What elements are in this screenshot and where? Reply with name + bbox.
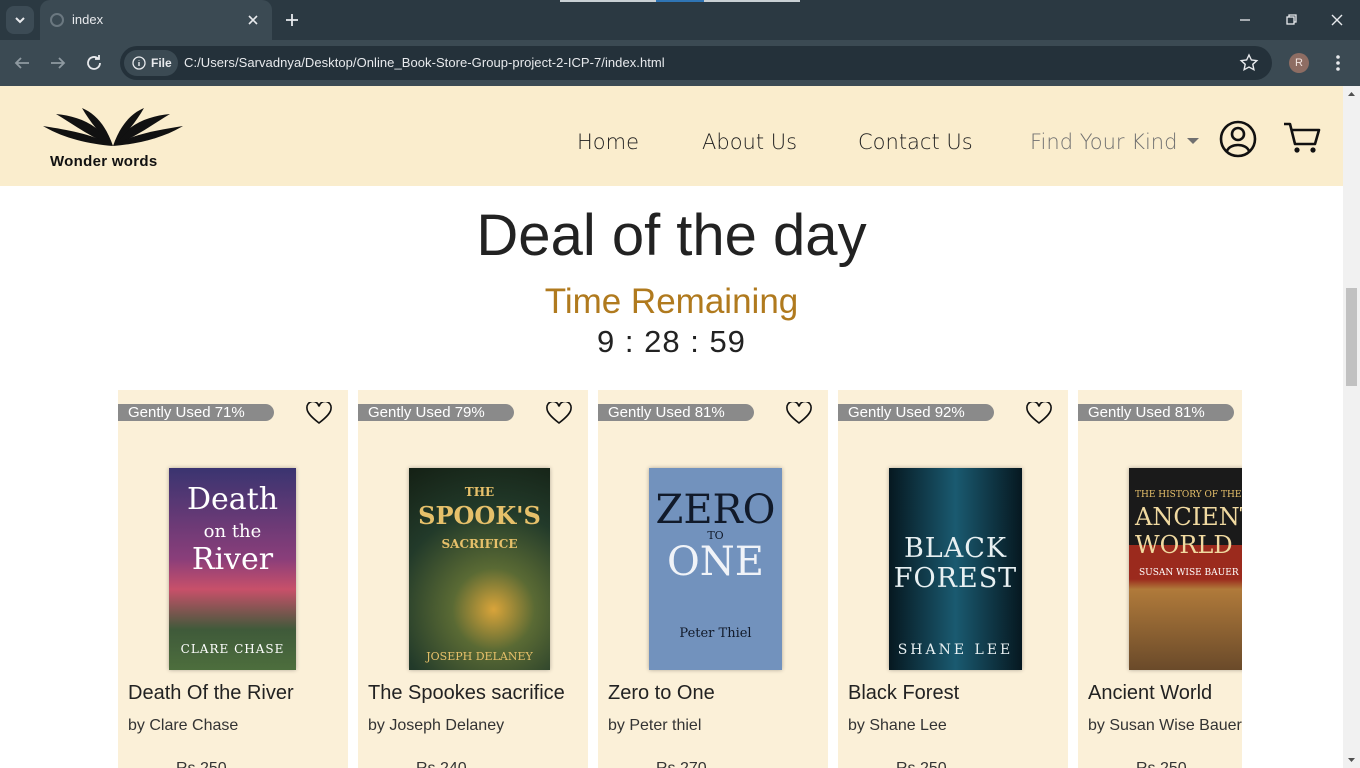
nav-about-us[interactable]: About Us <box>702 130 797 154</box>
globe-icon <box>50 13 64 27</box>
new-tab-button[interactable] <box>282 10 302 30</box>
reload-button[interactable] <box>82 51 106 75</box>
nav-find-your-kind-label: Find Your Kind <box>1030 130 1178 154</box>
tab-search-button[interactable] <box>6 6 34 34</box>
forward-button[interactable] <box>46 51 70 75</box>
cover-author: Peter Thiel <box>679 626 752 641</box>
book-title[interactable]: The Spookes sacrifice <box>368 682 565 705</box>
cover-author: SHANE LEE <box>897 642 1014 658</box>
book-title[interactable]: Black Forest <box>848 682 959 705</box>
cover-title: THE HISTORY OF THEANCIENTWORLD <box>1135 490 1242 559</box>
condition-badge: Gently Used 92% <box>838 404 994 421</box>
close-icon[interactable] <box>244 11 262 29</box>
heart-icon[interactable] <box>306 402 332 426</box>
minimize-button[interactable] <box>1233 8 1257 32</box>
page-scrollbar[interactable] <box>1343 86 1360 768</box>
cover-title: BLACK FOREST <box>893 533 1018 594</box>
book-author: by Clare Chase <box>128 717 239 734</box>
scroll-down-arrow-icon[interactable] <box>1347 755 1356 764</box>
book-title[interactable]: Zero to One <box>608 682 715 705</box>
condition-badge: Gently Used 71% <box>118 404 274 421</box>
cover-author: SUSAN WISE BAUER <box>1139 568 1239 578</box>
book-title[interactable]: Death Of the River <box>128 682 294 705</box>
deal-book-carousel: Gently Used 71% Death on the River CLARE C… <box>118 390 1242 768</box>
logo-text: Wonder words <box>50 153 158 170</box>
book-author: by Susan Wise Bauer <box>1088 717 1242 734</box>
tab-strip-indicator <box>560 0 800 2</box>
tab-title: index <box>72 12 104 27</box>
book-card[interactable]: Gently Used 79% THE SPOOK'S SACRIFICE JOSE… <box>358 390 588 768</box>
book-price: Rs.270 <box>656 760 707 768</box>
profile-avatar[interactable]: R <box>1289 53 1309 73</box>
condition-badge: Gently Used 81% <box>598 404 754 421</box>
cover-author: JOSEPH DELANEY <box>426 650 533 663</box>
url-text: C:/Users/Sarvadnya/Desktop/Online_Book-S… <box>184 55 665 70</box>
browser-tabbar: index <box>0 0 1360 40</box>
scrollbar-thumb[interactable] <box>1346 288 1357 386</box>
condition-badge: Gently Used 81% <box>1078 404 1234 421</box>
back-button[interactable] <box>10 51 34 75</box>
browser-toolbar: File C:/Users/Sarvadnya/Desktop/Online_B… <box>0 40 1360 86</box>
more-menu-icon[interactable] <box>1328 52 1348 74</box>
browser-tab[interactable]: index <box>40 0 272 40</box>
book-author: by Joseph Delaney <box>368 717 505 734</box>
book-card[interactable]: Gently Used 71% Death on the River CLARE C… <box>118 390 348 768</box>
book-card[interactable]: Gently Used 92% BLACK FOREST SHANE LEE Bl… <box>838 390 1068 768</box>
close-window-button[interactable] <box>1325 8 1349 32</box>
restore-button[interactable] <box>1279 8 1303 32</box>
book-price: Rs.240 <box>416 760 467 768</box>
book-cover-image[interactable]: ZERO TO ONE Peter Thiel <box>649 468 782 670</box>
user-account-icon[interactable] <box>1218 119 1258 159</box>
book-price: Rs.250 <box>896 760 947 768</box>
time-remaining-label: Time Remaining <box>544 282 799 321</box>
book-cover-image[interactable]: BLACK FOREST SHANE LEE <box>889 468 1022 670</box>
address-bar[interactable]: File C:/Users/Sarvadnya/Desktop/Online_B… <box>120 46 1272 80</box>
cover-title: ZERO TO ONE <box>655 487 776 585</box>
chevron-down-icon <box>15 17 25 24</box>
book-cover-image[interactable]: Death on the River CLARE CHASE <box>169 468 296 670</box>
web-page: Wonder words Home About Us Contact Us Fi… <box>0 86 1343 768</box>
nav-contact-us[interactable]: Contact Us <box>858 130 973 154</box>
cover-author: CLARE CHASE <box>180 642 285 656</box>
shopping-cart-icon[interactable] <box>1282 120 1322 156</box>
heart-icon[interactable] <box>786 402 812 426</box>
cover-title: THE SPOOK'S SACRIFICE <box>418 485 541 551</box>
condition-badge: Gently Used 79% <box>358 404 514 421</box>
countdown-timer: 9 : 28 : 59 <box>597 324 746 359</box>
nav-home[interactable]: Home <box>577 130 639 154</box>
book-author: by Shane Lee <box>848 717 947 734</box>
nav-find-your-kind-dropdown[interactable]: Find Your Kind <box>1030 130 1200 154</box>
book-title[interactable]: Ancient World <box>1088 682 1212 705</box>
book-cover-image[interactable]: THE SPOOK'S SACRIFICE JOSEPH DELANEY <box>409 468 550 670</box>
heart-icon[interactable] <box>546 402 572 426</box>
site-info-chip[interactable]: File <box>124 50 178 76</box>
book-author: by Peter thiel <box>608 717 702 734</box>
book-card[interactable]: Gently Used 81% THE HISTORY OF THE ANCIEN… <box>1078 390 1242 768</box>
heart-icon[interactable] <box>1026 402 1052 426</box>
site-chip-label: File <box>151 56 172 70</box>
book-cover-image[interactable]: THE HISTORY OF THEANCIENTWORLD SUSAN WIS… <box>1129 468 1242 670</box>
site-header: Wonder words Home About Us Contact Us Fi… <box>0 86 1343 186</box>
bookmark-star-icon[interactable] <box>1238 52 1260 74</box>
book-price: Rs.250 <box>176 760 227 768</box>
scroll-up-arrow-icon[interactable] <box>1347 90 1356 99</box>
cover-title: Death on the River <box>186 482 279 577</box>
caret-down-icon <box>1187 138 1200 144</box>
info-icon <box>132 56 146 70</box>
book-card[interactable]: Gently Used 81% ZERO TO ONE Peter Thiel Ze… <box>598 390 828 768</box>
book-price: Rs.250 <box>1136 760 1187 768</box>
deal-of-the-day-title: Deal of the day <box>476 203 867 268</box>
